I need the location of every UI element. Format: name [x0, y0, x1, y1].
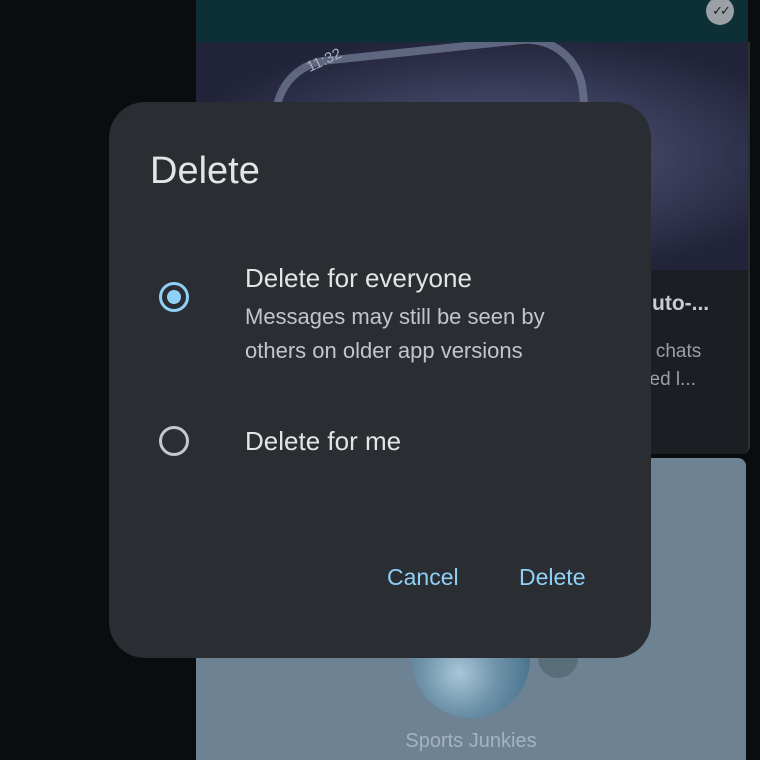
delete-dialog: Delete Delete for everyone Messages may …: [109, 102, 651, 658]
radio-unselected-icon[interactable]: [159, 426, 189, 456]
outgoing-message-bubble: ✓✓: [196, 0, 748, 42]
group-avatar: [412, 654, 530, 718]
option-delete-for-everyone[interactable]: Delete for everyone Messages may still b…: [109, 252, 651, 372]
dialog-title: Delete: [150, 150, 260, 192]
delete-button[interactable]: Delete: [519, 560, 585, 594]
double-check-icon: ✓✓: [706, 0, 734, 25]
radio-selected-icon[interactable]: [159, 282, 189, 312]
option-description: Messages may still be seen by others on …: [245, 304, 545, 363]
link-preview-title: uto-...: [652, 292, 710, 315]
option-label: Delete for me: [245, 426, 402, 456]
radio-dot: [167, 290, 181, 304]
option-delete-for-me[interactable]: Delete for me: [109, 407, 651, 477]
cancel-button[interactable]: Cancel: [387, 560, 459, 594]
group-name: Sports Junkies: [405, 730, 537, 752]
screen: ✓✓ 11:32 uto-... o chats zed l... Sports…: [0, 0, 760, 760]
option-label: Delete for everyone: [245, 263, 472, 293]
